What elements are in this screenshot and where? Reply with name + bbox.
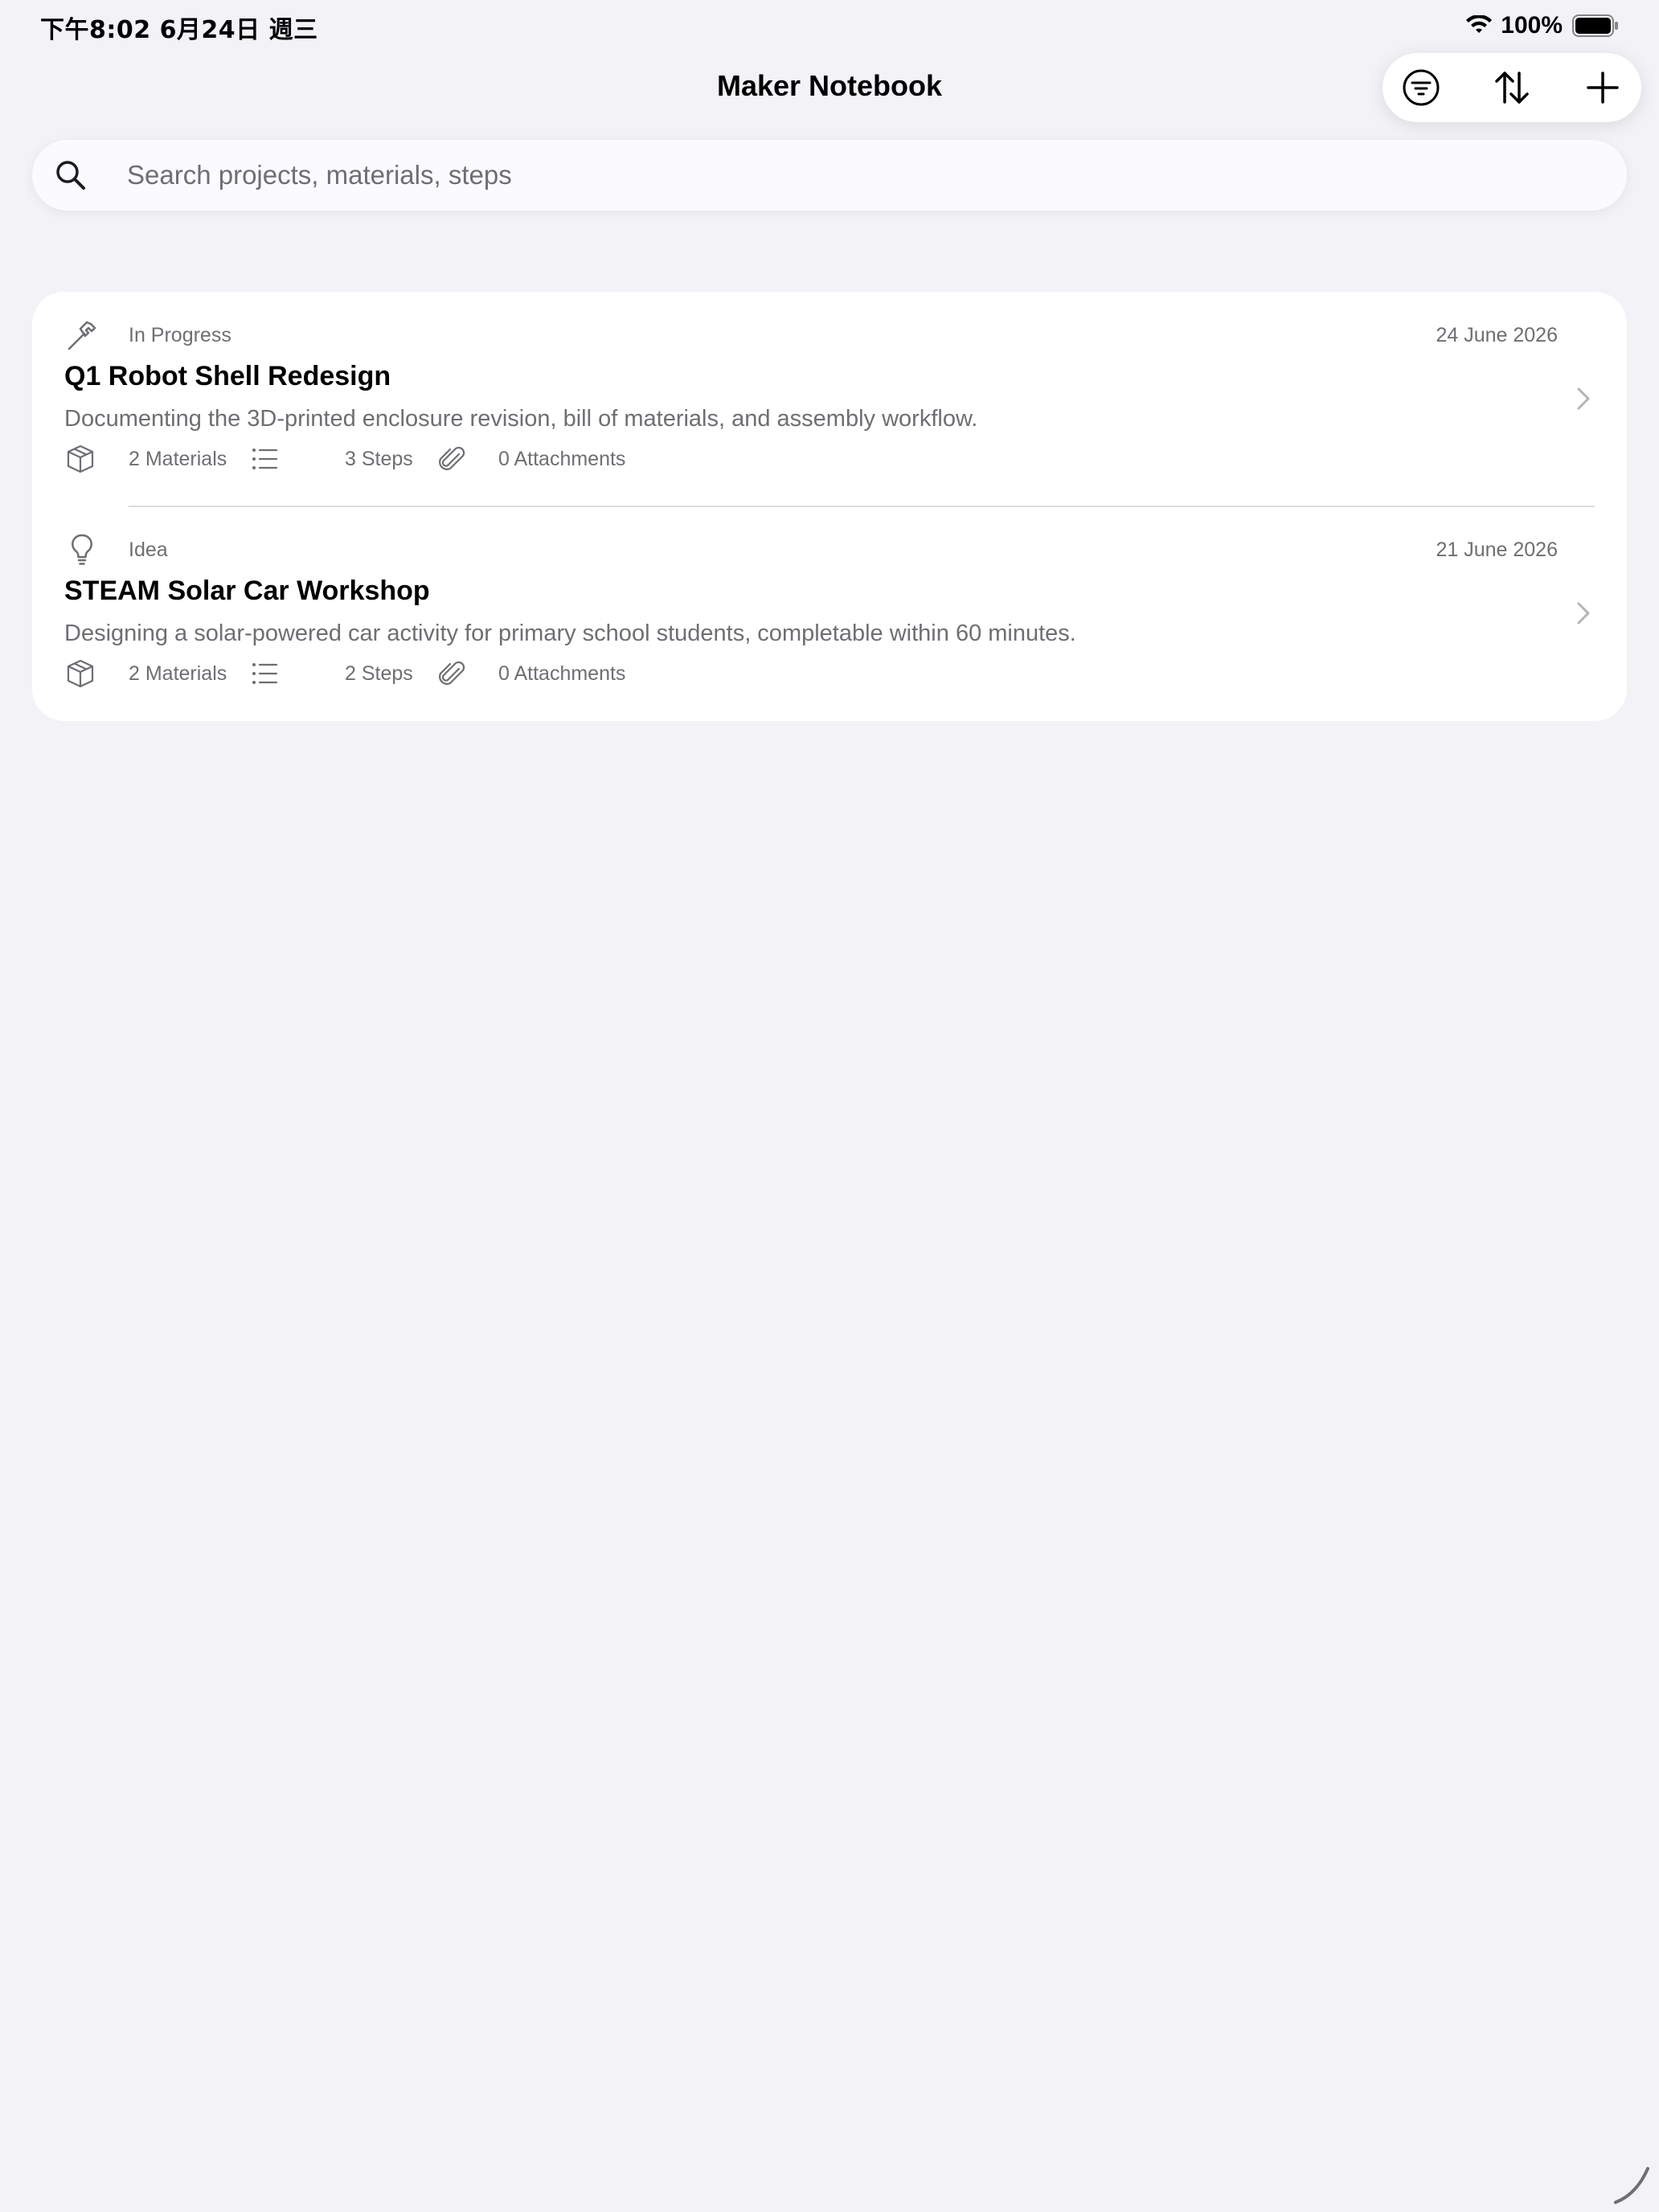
corner-grabber-icon bbox=[1614, 2167, 1649, 2204]
project-description: Documenting the 3D-printed enclosure rev… bbox=[64, 406, 978, 432]
list-icon bbox=[252, 663, 278, 684]
project-date: 24 June 2026 bbox=[1436, 324, 1558, 346]
project-title: Q1 Robot Shell Redesign bbox=[64, 361, 391, 391]
list-item[interactable]: Idea 21 June 2026 STEAM Solar Car Worksh… bbox=[32, 506, 1627, 721]
lightbulb-icon bbox=[72, 534, 92, 565]
cube-icon bbox=[67, 444, 94, 473]
sort-icon bbox=[1495, 72, 1529, 104]
filter-icon bbox=[1403, 69, 1440, 106]
list-icon bbox=[252, 449, 278, 469]
add-icon bbox=[1587, 72, 1619, 104]
status-time: 下午8:02 6月24日 週三 bbox=[40, 16, 318, 44]
status-label: Idea bbox=[129, 539, 168, 561]
battery-icon bbox=[1572, 14, 1618, 37]
search-input[interactable] bbox=[95, 140, 1606, 211]
search-bar bbox=[32, 140, 1627, 211]
steps-count: 3 Steps bbox=[345, 448, 413, 470]
add-project-button[interactable] bbox=[1583, 68, 1622, 107]
steps-count: 2 Steps bbox=[345, 662, 413, 685]
filter-button[interactable] bbox=[1402, 68, 1440, 107]
project-list: In Progress 24 June 2026 Q1 Robot Shell … bbox=[32, 292, 1627, 721]
paperclip-icon bbox=[439, 446, 465, 470]
hammer-icon bbox=[68, 321, 96, 350]
chevron-right-icon bbox=[1577, 602, 1590, 625]
status-indicators: 100% bbox=[1465, 10, 1619, 42]
status-bar: 下午8:02 6月24日 週三 100% bbox=[0, 0, 1659, 51]
search-icon bbox=[56, 161, 85, 190]
battery-percentage: 100% bbox=[1501, 12, 1563, 39]
wifi-icon bbox=[1466, 15, 1493, 33]
paperclip-icon bbox=[439, 661, 465, 685]
project-title: STEAM Solar Car Workshop bbox=[64, 576, 430, 606]
project-date: 21 June 2026 bbox=[1436, 539, 1558, 561]
sort-button[interactable] bbox=[1493, 68, 1531, 107]
cube-icon bbox=[67, 659, 94, 688]
list-item[interactable]: In Progress 24 June 2026 Q1 Robot Shell … bbox=[32, 292, 1627, 507]
status-label: In Progress bbox=[129, 324, 231, 346]
chevron-right-icon bbox=[1577, 387, 1590, 410]
toolbar bbox=[1382, 53, 1641, 122]
project-description: Designing a solar-powered car activity f… bbox=[64, 621, 1076, 646]
attachments-count: 0 Attachments bbox=[498, 448, 626, 470]
attachments-count: 0 Attachments bbox=[498, 662, 626, 685]
materials-count: 2 Materials bbox=[129, 662, 227, 685]
materials-count: 2 Materials bbox=[129, 448, 227, 470]
